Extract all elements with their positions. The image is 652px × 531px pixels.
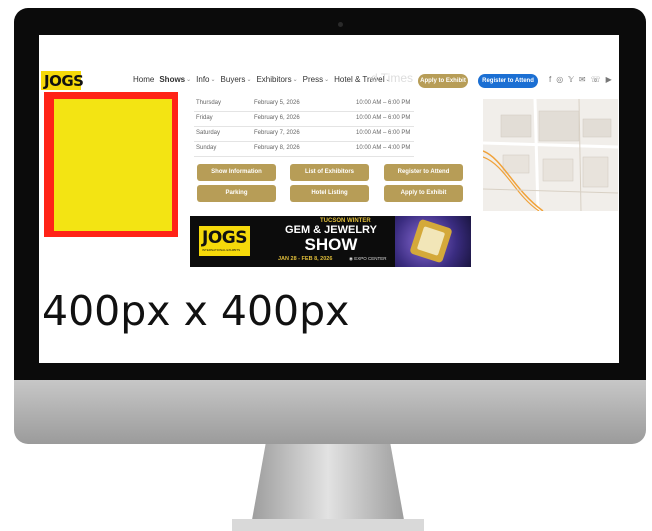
chevron-down-icon: ⌄ [246,77,252,83]
nav-shows-label: Shows [159,75,186,84]
schedule-table: Thursday February 5, 2026 10:00 AM – 6:0… [194,97,414,157]
banner-venue: ◉ EXPO CENTER [349,256,386,262]
webcam-icon [338,22,343,27]
venue-map[interactable] [483,99,618,211]
schedule-time: 10:00 AM – 6:00 PM [356,100,411,106]
schedule-date: February 5, 2026 [254,100,300,106]
phone-icon[interactable]: ☏ [591,75,601,84]
instagram-icon[interactable]: ◎ [556,75,563,84]
schedule-day: Friday [196,115,213,121]
schedule-time: 10:00 AM – 6:00 PM [356,115,411,121]
website-screen: JOGS Home Shows ⌄ Info ⌄ Buyers ⌄ Exhibitor… [39,35,619,363]
nav-exhibitors-label: Exhibitors [256,75,292,84]
nav-press[interactable]: Press ⌄ [303,75,329,84]
banner-dates: JAN 28 - FEB 8, 2026 [278,256,333,262]
map-graphic [483,99,618,211]
banner-title-show: SHOW [304,235,358,254]
table-row: Friday February 6, 2026 10:00 AM – 6:00 … [194,112,414,127]
nav-menu: Home Shows ⌄ Info ⌄ Buyers ⌄ Exhibitors ⌄ Pr… [133,75,390,84]
schedule-time: 10:00 AM – 4:00 PM [356,145,411,151]
apply-to-exhibit-button[interactable]: Apply to Exhibit [418,74,468,88]
register-to-attend-gold-button[interactable]: Register to Attend [384,164,463,181]
schedule-date: February 7, 2026 [254,130,300,136]
nav-home-label: Home [133,75,155,84]
size-label: 400px x 400px [42,287,350,335]
nav-buyers[interactable]: Buyers ⌄ [221,75,252,84]
monitor-chin [14,380,646,444]
logo-text: JOGS [44,72,84,90]
parking-button[interactable]: Parking [197,185,276,202]
image-placeholder-frame [44,92,178,237]
jogs-logo[interactable]: JOGS [41,71,84,90]
banner-logo-subtext: INTERNATIONAL EXHIBITS [202,248,241,252]
facebook-icon[interactable]: f [549,75,551,84]
list-of-exhibitors-button[interactable]: List of Exhibitors [290,164,369,181]
stand-base [232,519,424,531]
table-row: Saturday February 7, 2026 10:00 AM – 6:0… [194,127,414,142]
nav-buyers-label: Buyers [220,75,246,84]
nav-press-label: Press [302,75,324,84]
nav-info[interactable]: Info ⌄ [196,75,215,84]
banner-logo-text: JOGS [202,228,247,248]
faded-section-heading: d Times [371,71,414,85]
chevron-down-icon: ⌄ [210,77,216,83]
chevron-down-icon: ⌄ [186,77,192,83]
expo-icon: ◉ [349,256,353,261]
schedule-time: 10:00 AM – 6:00 PM [356,130,411,136]
chevron-down-icon: ⌄ [324,77,330,83]
register-to-attend-button[interactable]: Register to Attend [478,74,538,88]
schedule-day: Saturday [196,130,221,136]
banner-logo: JOGS INTERNATIONAL EXHIBITS [199,226,250,256]
nav-home[interactable]: Home [133,75,154,84]
nav-info-label: Info [196,75,210,84]
youtube-icon[interactable]: ▶ [606,75,612,84]
nav-exhibitors[interactable]: Exhibitors ⌄ [256,75,297,84]
monitor-stand [250,444,406,531]
nav-shows[interactable]: Shows ⌄ [159,75,191,84]
table-row: Thursday February 5, 2026 10:00 AM – 6:0… [194,97,414,112]
apply-to-exhibit-gold-button[interactable]: Apply to Exhibit [384,185,463,202]
table-row: Sunday February 8, 2026 10:00 AM – 4:00 … [194,142,414,157]
twitter-icon[interactable]: 𝕐 [568,75,574,84]
schedule-date: February 8, 2026 [254,145,300,151]
schedule-date: February 6, 2026 [254,115,300,121]
hotel-listing-button[interactable]: Hotel Listing [290,185,369,202]
banner-venue-text: EXPO CENTER [354,256,387,261]
schedule-day: Thursday [196,100,222,106]
show-information-button[interactable]: Show Information [197,164,276,181]
email-icon[interactable]: ✉ [579,75,586,84]
image-placeholder [54,99,172,231]
show-banner[interactable]: JOGS INTERNATIONAL EXHIBITS TUCSON WINTE… [190,216,471,267]
schedule-day: Sunday [196,145,217,151]
social-links: f ◎ 𝕐 ✉ ☏ ▶ [549,75,612,84]
top-navigation: JOGS Home Shows ⌄ Info ⌄ Buyers ⌄ Exhibitor… [39,69,619,92]
chevron-down-icon: ⌄ [292,77,298,83]
